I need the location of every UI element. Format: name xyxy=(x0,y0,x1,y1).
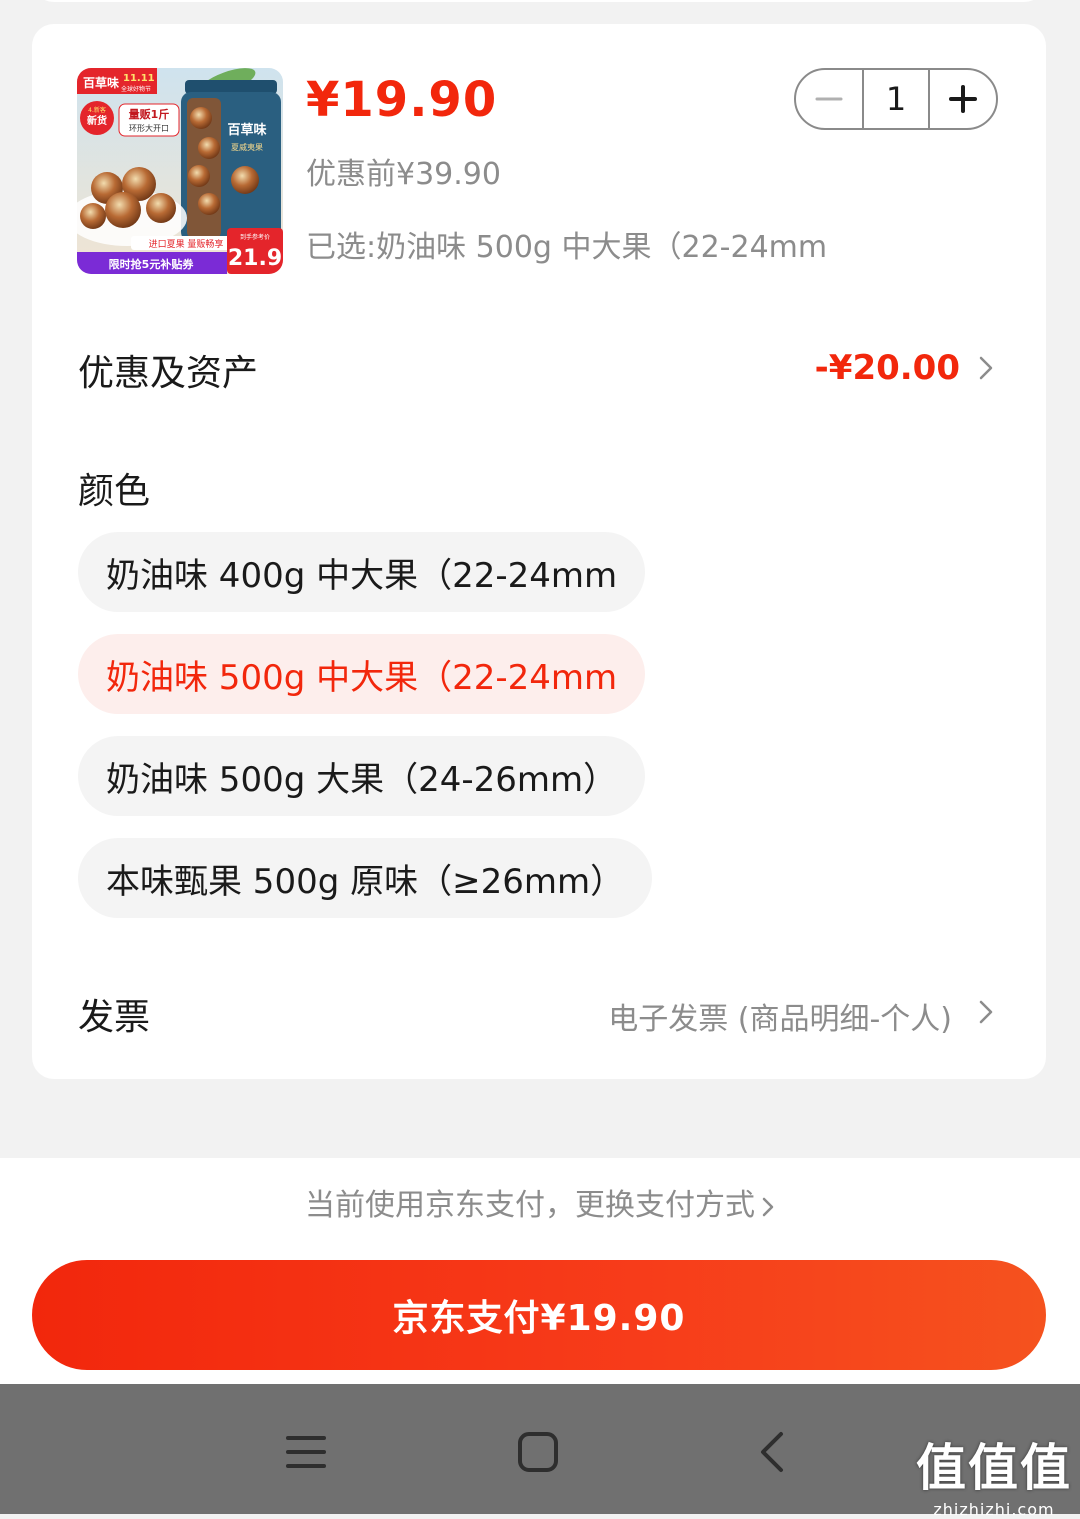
menu-icon xyxy=(286,1436,326,1468)
color-option[interactable]: 奶油味 400g 中大果（22-24mm xyxy=(78,532,646,612)
product-image[interactable]: 百草味 11.11 全球好物节 4.新客 新货 量贩1斤 环形大开口 百草味 夏… xyxy=(77,68,283,274)
color-label: 颜色 xyxy=(78,471,151,512)
change-payment-method[interactable]: 当前使用京东支付，更换支付方式 xyxy=(0,1180,1080,1224)
back-button[interactable] xyxy=(742,1422,802,1482)
watermark-logo: 值值值 xyxy=(916,1439,1072,1497)
image-brand-text: 百草味 xyxy=(83,75,119,90)
image-jar-brand: 百草味 xyxy=(227,122,266,138)
recent-apps-button[interactable] xyxy=(276,1422,336,1482)
back-arrow-icon xyxy=(761,1432,783,1472)
plus-icon xyxy=(949,85,977,113)
product-price: ¥19.90 xyxy=(306,72,498,128)
chevron-right-icon xyxy=(979,356,993,380)
image-promo-volume: 量贩1斤 xyxy=(129,107,170,121)
quantity-value[interactable]: 1 xyxy=(862,70,930,128)
image-badge-tag: 4.新客 xyxy=(88,106,106,114)
decrease-button[interactable] xyxy=(796,70,862,128)
home-button[interactable] xyxy=(508,1422,568,1482)
previous-card-edge xyxy=(32,0,1046,2)
image-coupon-text: 限时抢5元补贴券 xyxy=(109,257,195,271)
invoice-row[interactable]: 发票 电子发票 (商品明细-个人) xyxy=(32,986,1046,1038)
product-price-before: 优惠前¥39.90 xyxy=(306,157,501,192)
watermark-url: zhizhizhi.com xyxy=(933,1500,1055,1519)
discount-label: 优惠及资产 xyxy=(78,353,259,394)
increase-button[interactable] xyxy=(930,70,996,128)
color-option[interactable]: 本味甄果 500g 原味（≥26mm） xyxy=(78,838,653,918)
minus-icon xyxy=(815,97,843,101)
color-option-selected[interactable]: 奶油味 500g 中大果（22-24mm xyxy=(78,634,646,714)
discount-row[interactable]: 优惠及资产 -¥20.00 xyxy=(32,342,1046,394)
image-jar-name: 夏威夷果 xyxy=(231,142,263,152)
product-image-illustration: 百草味 11.11 全球好物节 4.新客 新货 量贩1斤 环形大开口 百草味 夏… xyxy=(77,68,283,274)
chevron-right-icon xyxy=(979,1000,993,1024)
discount-value: -¥20.00 xyxy=(814,348,960,388)
payment-area: 当前使用京东支付，更换支付方式 京东支付¥19.90 xyxy=(0,1158,1080,1384)
image-badge-new: 新货 xyxy=(87,114,107,127)
image-festival-text: 11.11 xyxy=(123,73,155,84)
order-card: 百草味 11.11 全球好物节 4.新客 新货 量贩1斤 环形大开口 百草味 夏… xyxy=(32,24,1046,1079)
quantity-stepper: 1 xyxy=(794,68,998,130)
color-option[interactable]: 奶油味 500g 大果（24-26mm） xyxy=(78,736,646,816)
image-price-tag-label: 到手参考价 xyxy=(240,233,270,241)
image-promo-open: 环形大开口 xyxy=(129,123,169,133)
watermark: 值值值 zhizhizhi.com xyxy=(916,1428,1072,1519)
pay-button[interactable]: 京东支付¥19.90 xyxy=(32,1260,1046,1370)
invoice-value: 电子发票 (商品明细-个人) xyxy=(608,1002,952,1037)
home-square-icon xyxy=(518,1432,558,1472)
chevron-right-icon xyxy=(762,1197,774,1216)
payment-method-text: 当前使用京东支付，更换支付方式 xyxy=(305,1188,755,1223)
invoice-label: 发票 xyxy=(78,997,151,1038)
image-festival-sub-text: 全球好物节 xyxy=(121,85,151,93)
image-strip-text: 进口夏果 量贩畅享 xyxy=(149,238,224,250)
image-price-tag: 21.9 xyxy=(228,246,282,271)
selected-spec: 已选:奶油味 500g 中大果（22-24mm xyxy=(306,230,828,265)
